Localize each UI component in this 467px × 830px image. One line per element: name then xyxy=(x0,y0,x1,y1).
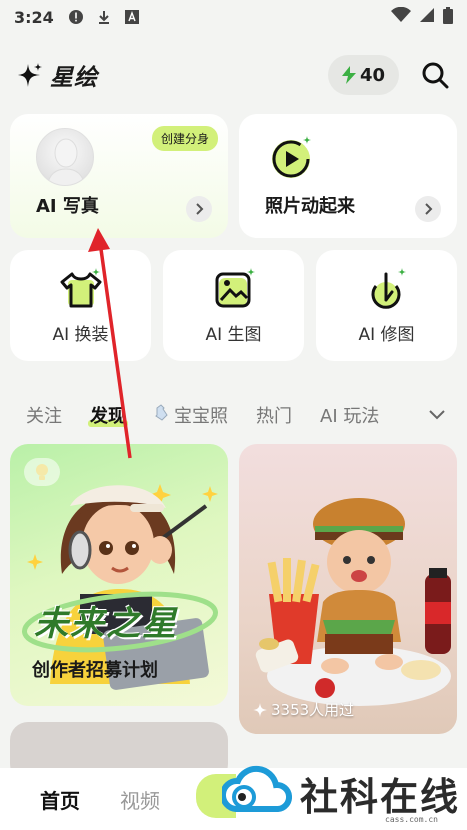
animate-photo-title: 照片动起来 xyxy=(265,196,355,217)
feed-card-baby-photo[interactable]: 3353人用过 xyxy=(239,444,457,734)
signal-icon xyxy=(419,7,435,27)
chevron-right-icon xyxy=(425,203,433,215)
nav-home[interactable]: 首页 xyxy=(40,785,80,814)
download-icon xyxy=(96,9,112,25)
search-button[interactable] xyxy=(419,59,451,91)
banner-title: 未来之星 xyxy=(34,604,178,644)
wifi-icon xyxy=(391,6,411,27)
animate-chevron-button[interactable] xyxy=(415,196,441,222)
tab-discover[interactable]: 发现 xyxy=(88,402,128,428)
lightning-icon xyxy=(341,66,356,84)
sparkle-icon xyxy=(18,63,42,87)
retouch-icon xyxy=(371,268,406,309)
alert-icon xyxy=(68,9,84,25)
tab-ai-play[interactable]: AI 玩法 xyxy=(320,402,379,428)
tshirt-icon xyxy=(60,268,101,308)
tool-ai-retouch[interactable]: AI 修图 xyxy=(316,250,457,361)
usage-count-text: 3353人用过 xyxy=(271,701,355,719)
app-header: 星绘 40 xyxy=(16,50,451,100)
battery-icon xyxy=(443,6,453,28)
tool-ai-outfit-label: AI 换装 xyxy=(52,325,109,345)
create-avatar-badge[interactable]: 创建分身 xyxy=(151,126,218,151)
font-a-icon xyxy=(124,9,140,25)
tool-ai-retouch-label: AI 修图 xyxy=(358,325,415,345)
nav-video[interactable]: 视频 xyxy=(120,785,160,814)
watermark-logo xyxy=(222,765,292,812)
app-name: 星绘 xyxy=(50,65,98,91)
usage-count: 3353人用过 xyxy=(253,699,354,720)
status-time: 3:24 xyxy=(14,7,54,27)
points-balance[interactable]: 40 xyxy=(327,55,399,95)
app-logo: 星绘 xyxy=(16,58,98,92)
tab-baby-photo-label: 宝宝照 xyxy=(174,406,228,427)
search-icon xyxy=(422,62,449,89)
animate-photo-card[interactable]: 照片动起来 xyxy=(239,114,457,238)
image-gen-icon xyxy=(215,268,255,308)
tab-following[interactable]: 关注 xyxy=(26,402,62,428)
status-bar: 3:24 xyxy=(0,0,467,34)
ai-photo-title: AI 写真 xyxy=(36,196,99,217)
ai-photo-card[interactable]: 创建分身 AI 写真 xyxy=(10,114,228,238)
feed-left-caption: 创作者招募计划 xyxy=(32,660,158,681)
chevron-right-icon xyxy=(196,203,204,215)
tool-ai-generate-label: AI 生图 xyxy=(205,325,262,345)
category-tabs: 关注 发现 宝宝照 热门 AI 玩法 xyxy=(26,400,457,430)
points-value: 40 xyxy=(359,64,385,86)
tab-baby-photo[interactable]: 宝宝照 xyxy=(154,402,228,428)
photo-baby-burger xyxy=(255,498,451,706)
sparkle-icon xyxy=(253,702,267,717)
watermark-text: 社科在线 xyxy=(300,774,461,819)
feed-card-creator-recruit[interactable]: 未来之星 创作者招募计划 xyxy=(10,444,228,706)
tabs-expand-button[interactable] xyxy=(429,404,445,425)
bottle-icon xyxy=(155,404,168,421)
ai-photo-chevron-button[interactable] xyxy=(186,196,212,222)
tool-ai-outfit[interactable]: AI 换装 xyxy=(10,250,151,361)
play-circle-icon xyxy=(272,136,311,178)
tool-ai-generate[interactable]: AI 生图 xyxy=(163,250,304,361)
watermark: 社科在线 cass.com.cn xyxy=(222,760,462,826)
tab-hot[interactable]: 热门 xyxy=(256,402,292,428)
watermark-url: cass.com.cn xyxy=(385,815,438,824)
chevron-down-icon xyxy=(429,410,445,420)
avatar xyxy=(36,128,94,186)
